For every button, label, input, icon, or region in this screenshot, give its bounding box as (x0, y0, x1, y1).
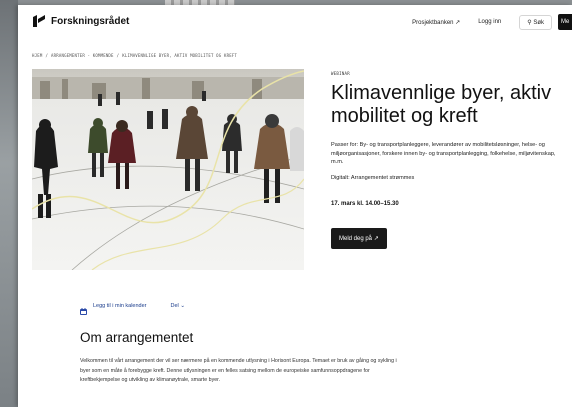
event-type-label: WEBINAR (331, 71, 350, 76)
page-title: Klimavennlige byer, aktiv mobilitet og k… (331, 82, 552, 127)
event-date-time: 17. mars kl. 14.00–15.30 (331, 200, 399, 207)
webpage: Forskningsrådet Prosjektbanken ↗ Logg in… (18, 5, 572, 407)
projectbank-link[interactable]: Prosjektbanken ↗ (412, 19, 460, 26)
login-link[interactable]: Logg inn (478, 19, 501, 25)
hero-image (32, 69, 304, 270)
search-button[interactable]: ⚲ Søk (519, 14, 552, 30)
breadcrumb-separator: / (116, 53, 120, 58)
stream-note: Digitalt: Arrangementet strømmes (331, 174, 415, 181)
calendar-row: Legg til i min kalender Del ⌄ (80, 302, 185, 315)
site-header: Forskningsrådet Prosjektbanken ↗ Logg in… (18, 5, 572, 37)
register-button[interactable]: Meld deg på ↗ (331, 227, 387, 249)
menu-button[interactable]: Me (558, 14, 572, 30)
event-info: WEBINAR Klimavennlige byer, aktiv mobili… (331, 71, 563, 249)
about-heading: Om arrangementet (80, 330, 194, 346)
audience-description: Passer for: By- og transportplanleggere,… (331, 142, 556, 166)
breadcrumb-events[interactable]: ARRANGEMENTER - KOMMENDE (51, 53, 114, 58)
share-dropdown[interactable]: Del ⌄ (171, 303, 185, 309)
logo-text: Forskningsrådet (51, 15, 130, 27)
search-icon: ⚲ (527, 19, 532, 26)
search-button-label: Søk (533, 19, 544, 26)
add-to-calendar-link[interactable]: Legg til i min kalender (93, 303, 147, 309)
header-nav: Prosjektbanken ↗ Logg inn ⚲ Søk Me (412, 14, 572, 30)
calendar-icon (80, 302, 87, 315)
breadcrumb: HJEM / ARRANGEMENTER - KOMMENDE / KLIMAVENNL… (32, 53, 237, 58)
chevron-down-icon: ⌄ (180, 302, 185, 309)
background-window-edge (0, 0, 18, 407)
breadcrumb-separator: / (45, 53, 49, 58)
breadcrumb-current: KLIMAVENNLIGE BYER, AKTIV MOBILITET OG K… (122, 53, 238, 58)
logo-mark-icon (32, 14, 46, 28)
about-paragraph: Velkommen til vårt arrangement der vil s… (80, 358, 397, 383)
site-logo[interactable]: Forskningsrådet (32, 14, 129, 28)
share-dropdown-label: Del (170, 302, 179, 309)
breadcrumb-home[interactable]: HJEM (32, 53, 42, 58)
